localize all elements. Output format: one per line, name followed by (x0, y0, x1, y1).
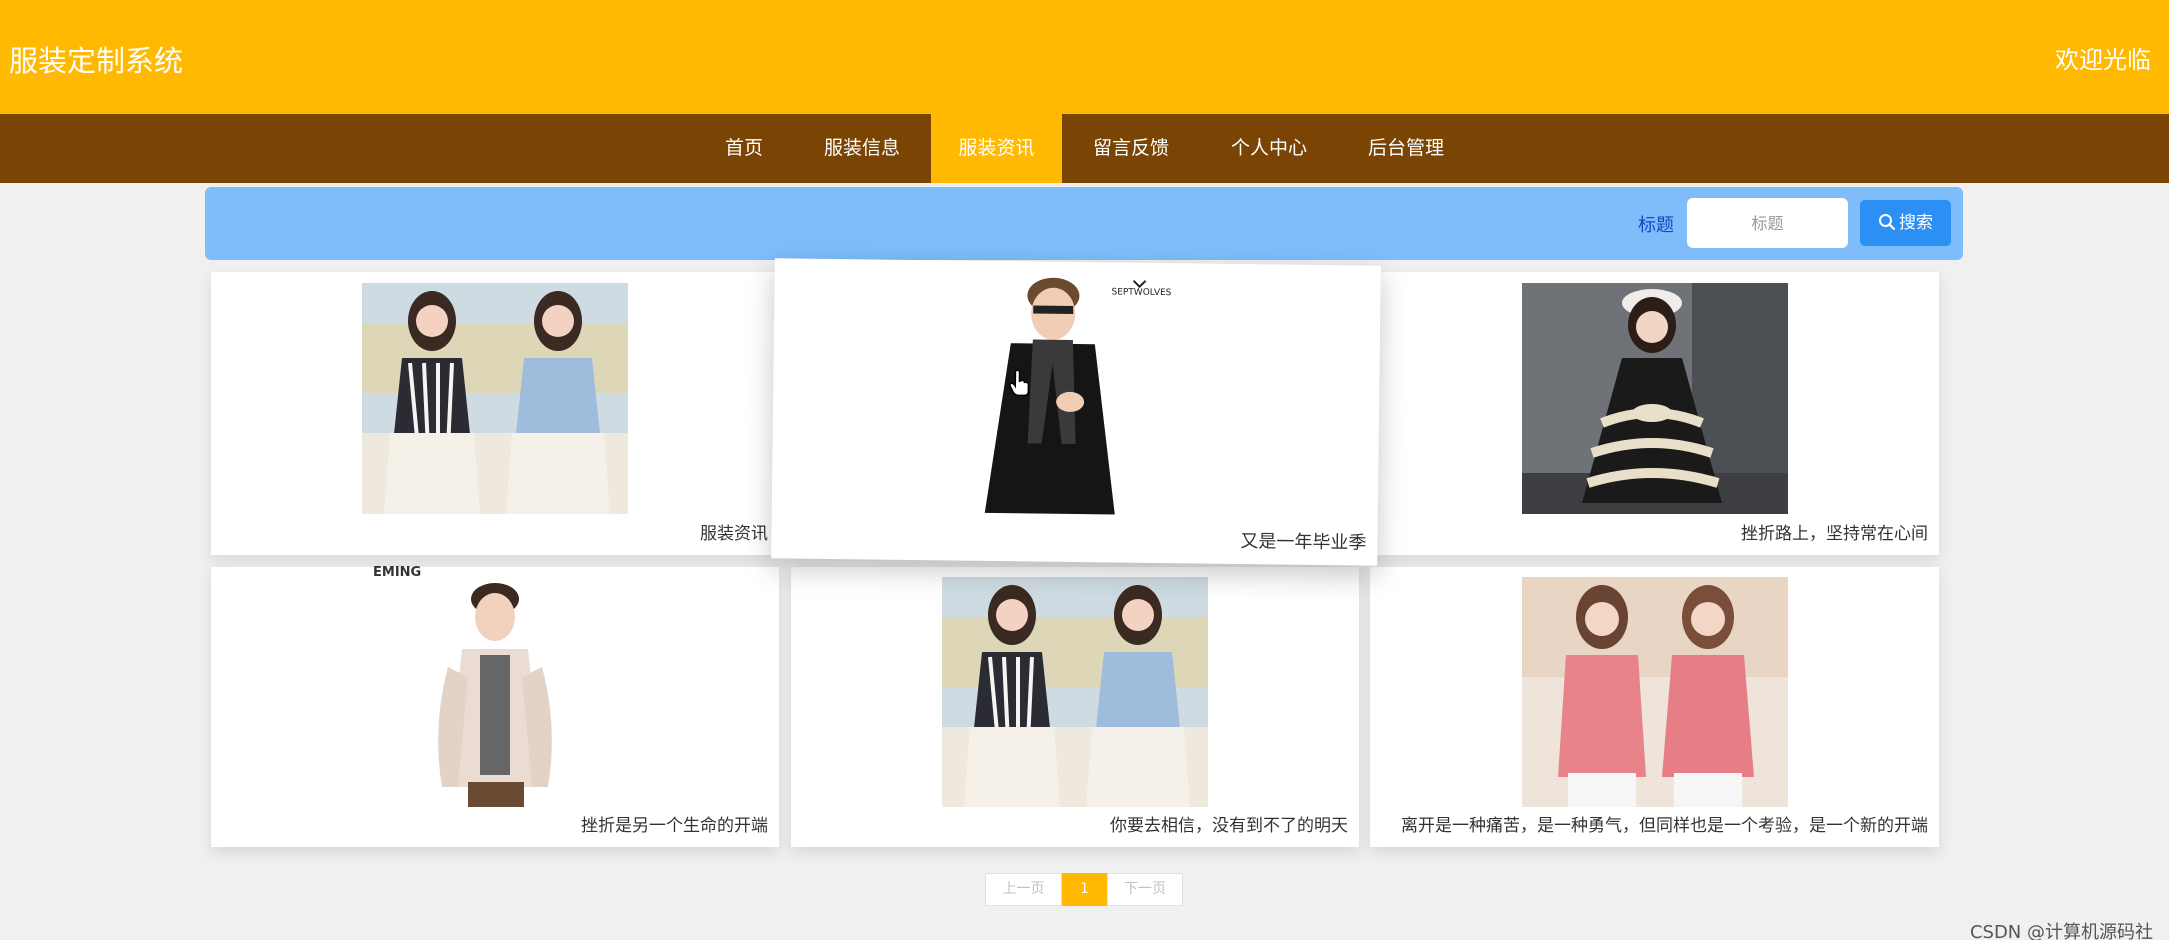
news-card-image (942, 577, 1208, 807)
news-card[interactable]: 离开是一种痛苦，是一种勇气，但同样也是一个考验，是一个新的开端 (1370, 567, 1939, 847)
nav-item-feedback[interactable]: 留言反馈 (1077, 114, 1185, 183)
search-button-label: 搜索 (1899, 213, 1933, 233)
news-card-image (1522, 283, 1788, 514)
prev-page-button[interactable]: 上一页 (985, 873, 1062, 906)
search-input[interactable] (1687, 198, 1848, 248)
brand-logo: SEPTWOLVES (1111, 287, 1171, 298)
search-icon (1879, 214, 1896, 231)
site-title[interactable]: 服装定制系统 (9, 38, 183, 80)
news-card[interactable]: 挫折路上，坚持常在心间 (1370, 272, 1939, 555)
news-card-image (362, 283, 628, 514)
news-card-title: 离开是一种痛苦，是一种勇气，但同样也是一个考验，是一个新的开端 (1401, 816, 1928, 836)
welcome-text: 欢迎光临 (2055, 46, 2151, 74)
news-card[interactable]: SEPTWOLVES 又是一年毕业季 (771, 258, 1381, 566)
nav-item-personal-center[interactable]: 个人中心 (1215, 114, 1323, 183)
next-page-button[interactable]: 下一页 (1107, 873, 1183, 906)
nav-item-clothing-info[interactable]: 服装信息 (808, 114, 916, 183)
news-card-title: 你要去相信，没有到不了的明天 (1110, 816, 1348, 836)
site-header: 服装定制系统 欢迎光临 (0, 0, 2169, 114)
hand-cursor-icon (1009, 369, 1030, 397)
news-card[interactable]: 你要去相信，没有到不了的明天 (791, 567, 1359, 847)
news-card-image: SEPTWOLVES (964, 272, 1180, 524)
news-card[interactable]: 服装资讯 (211, 272, 779, 555)
nav-item-admin[interactable]: 后台管理 (1352, 114, 1460, 183)
search-button[interactable]: 搜索 (1860, 200, 1951, 246)
news-card-title: 挫折路上，坚持常在心间 (1741, 524, 1928, 544)
news-card[interactable]: EMING 挫折是另一个生命的开端 (211, 565, 779, 847)
news-card-image (1522, 577, 1788, 807)
news-card-title: 又是一年毕业季 (1240, 531, 1367, 554)
news-card-title: 挫折是另一个生命的开端 (581, 816, 768, 836)
brand-logo: EMING (373, 565, 422, 580)
nav-item-home[interactable]: 首页 (710, 114, 778, 183)
search-label: 标题 (1638, 215, 1674, 236)
news-card-image (362, 577, 628, 807)
news-card-title: 服装资讯 (700, 524, 768, 544)
search-bar: 标题 搜索 (205, 187, 1963, 260)
page-footer-strip (0, 940, 2169, 947)
page-number-button[interactable]: 1 (1062, 873, 1107, 906)
nav-item-clothing-news[interactable]: 服装资讯 (931, 114, 1062, 183)
main-nav: 首页 服装信息 服装资讯 留言反馈 个人中心 后台管理 (0, 114, 2169, 183)
